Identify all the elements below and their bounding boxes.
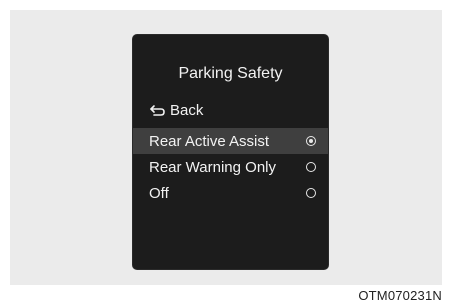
option-label: Rear Active Assist bbox=[149, 132, 270, 150]
option-list: Rear Active Assist Rear Warning Only Off bbox=[133, 128, 328, 206]
page-title: Parking Safety bbox=[178, 65, 283, 82]
display-screen: Parking Safety Back Rear Active Assist R… bbox=[133, 35, 328, 269]
radio-empty-icon bbox=[306, 188, 316, 198]
option-label: Rear Warning Only bbox=[149, 158, 276, 176]
radio-empty-icon bbox=[306, 162, 316, 172]
option-rear-active-assist[interactable]: Rear Active Assist bbox=[133, 128, 328, 154]
option-off[interactable]: Off bbox=[133, 180, 328, 206]
back-button[interactable]: Back bbox=[149, 102, 203, 119]
back-label: Back bbox=[170, 102, 204, 119]
option-label: Off bbox=[149, 184, 169, 202]
back-arrow-icon bbox=[149, 104, 167, 118]
radio-selected-icon bbox=[306, 136, 316, 146]
option-rear-warning-only[interactable]: Rear Warning Only bbox=[133, 154, 328, 180]
